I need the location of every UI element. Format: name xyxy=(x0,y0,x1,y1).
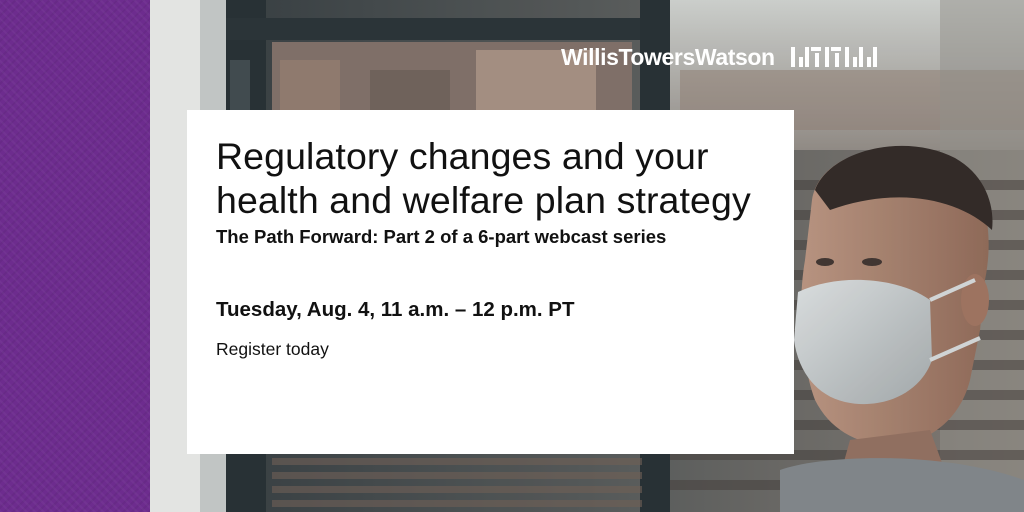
brand-logo: WillisTowersWatson xyxy=(561,43,883,71)
event-subtitle: The Path Forward: Part 2 of a 6-part web… xyxy=(216,226,667,247)
wtw-bars-icon xyxy=(790,47,877,67)
brand-wordmark: WillisTowersWatson xyxy=(561,43,775,70)
event-info-card: Regulatory changes and your health and w… xyxy=(187,110,794,454)
register-link[interactable]: Register today xyxy=(216,338,766,360)
purple-accent-strip xyxy=(0,0,150,512)
event-date: Tuesday, Aug. 4, 11 a.m. – 12 p.m. PT xyxy=(216,298,575,321)
webcast-banner: WillisTowersWatson Regulatory changes an… xyxy=(0,0,1024,512)
event-title: Regulatory changes and your health and w… xyxy=(216,135,751,221)
